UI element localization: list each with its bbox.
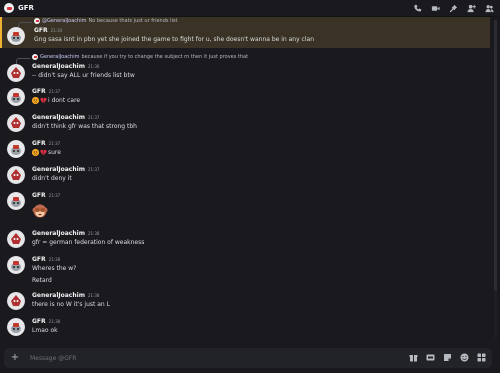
video-icon[interactable] bbox=[430, 3, 440, 13]
timestamp: 21:37 bbox=[48, 141, 61, 146]
message-text: there is no W it's just an L bbox=[32, 301, 110, 308]
timestamp: 21:38 bbox=[48, 257, 61, 262]
angry-face-icon bbox=[32, 97, 39, 104]
message-item[interactable]: GeneralJoachim 21:37 didn't deny it bbox=[0, 165, 490, 189]
author-name[interactable]: GeneralJoachim bbox=[32, 63, 85, 70]
timestamp: 21:38 bbox=[87, 231, 100, 236]
message-item[interactable]: GFR 21:37 bbox=[0, 191, 490, 227]
add-member-icon[interactable] bbox=[466, 3, 476, 13]
pin-icon[interactable] bbox=[448, 3, 458, 13]
timestamp: 21:34 bbox=[50, 28, 63, 33]
message-item[interactable]: GeneralJoachim 21:38 there is no W it's j… bbox=[0, 291, 490, 315]
author-name[interactable]: GFR bbox=[32, 318, 46, 325]
message-item[interactable]: GeneralJoachim 21:37 didn't think gfr was… bbox=[0, 113, 490, 137]
author-name[interactable]: GFR bbox=[32, 256, 46, 263]
avatar[interactable] bbox=[7, 140, 25, 158]
timestamp: 21:38 bbox=[48, 319, 61, 324]
apps-icon[interactable] bbox=[477, 353, 486, 362]
message-composer: + bbox=[4, 348, 492, 368]
timestamp: 21:36 bbox=[87, 64, 100, 69]
call-icon[interactable] bbox=[412, 3, 422, 13]
message-item[interactable]: GeneralJoachim 21:38 gfr = german federat… bbox=[0, 229, 490, 253]
scrollbar-thumb[interactable] bbox=[494, 290, 497, 338]
avatar[interactable] bbox=[7, 318, 25, 336]
avatar[interactable] bbox=[7, 256, 25, 274]
avatar[interactable] bbox=[7, 64, 25, 82]
message-text: Gng sasa isnt in pbn yet she joined the … bbox=[34, 36, 314, 43]
reply-text: No because thats just ur friends list bbox=[88, 18, 178, 24]
avatar[interactable] bbox=[7, 27, 25, 45]
avatar[interactable] bbox=[7, 230, 25, 248]
message-item[interactable]: GeneralJoachim because if you try to cha… bbox=[0, 53, 490, 83]
message-item[interactable]: GFR 21:38 Wheres the w? Retard bbox=[0, 255, 490, 289]
message-list: @GeneralJoachim No because thats just ur… bbox=[0, 17, 490, 343]
message-text: gfr = german federation of weakness bbox=[32, 239, 145, 246]
author-name[interactable]: GFR bbox=[32, 88, 46, 95]
channel-header: GFR bbox=[0, 0, 500, 17]
message-text: Retard bbox=[32, 277, 52, 284]
reply-author: GeneralJoachim bbox=[40, 54, 80, 60]
author-name[interactable]: GFR bbox=[32, 140, 46, 147]
gift-icon[interactable] bbox=[409, 353, 418, 362]
message-text: didn't deny it bbox=[32, 175, 72, 182]
message-input[interactable] bbox=[30, 354, 370, 362]
avatar[interactable] bbox=[7, 114, 25, 132]
see-no-evil-monkey-icon bbox=[32, 204, 48, 218]
avatar[interactable] bbox=[7, 292, 25, 310]
message-item[interactable]: GFR 21:37 sure bbox=[0, 139, 490, 163]
broken-heart-icon bbox=[40, 149, 47, 156]
user-list-icon[interactable] bbox=[484, 3, 494, 13]
message-text: Wheres the w? bbox=[32, 265, 77, 272]
emoji-icon[interactable] bbox=[460, 353, 469, 362]
timestamp: 21:37 bbox=[87, 115, 100, 120]
reply-avatar bbox=[32, 54, 38, 60]
broken-heart-icon bbox=[40, 97, 47, 104]
scrollbar-track[interactable] bbox=[494, 20, 497, 338]
reply-author: @GeneralJoachim bbox=[42, 18, 87, 24]
avatar[interactable] bbox=[7, 88, 25, 106]
message-text: -- didn't say ALL ur friends list btw bbox=[32, 72, 135, 79]
sticker-icon[interactable] bbox=[443, 353, 452, 362]
author-name[interactable]: GeneralJoachim bbox=[32, 230, 85, 237]
author-name[interactable]: GeneralJoachim bbox=[32, 292, 85, 299]
message-item[interactable]: GFR 21:37 i dont care bbox=[0, 87, 490, 111]
timestamp: 21:37 bbox=[48, 193, 61, 198]
reply-avatar bbox=[34, 18, 40, 24]
channel-title: GFR bbox=[18, 4, 34, 12]
reply-preview[interactable]: @GeneralJoachim No because thats just ur… bbox=[34, 18, 177, 24]
gif-icon[interactable] bbox=[426, 353, 435, 362]
timestamp: 21:38 bbox=[87, 293, 100, 298]
timestamp: 21:37 bbox=[48, 89, 61, 94]
message-item[interactable]: @GeneralJoachim No because thats just ur… bbox=[0, 17, 490, 48]
author-name[interactable]: GeneralJoachim bbox=[32, 166, 85, 173]
author-name[interactable]: GeneralJoachim bbox=[32, 114, 85, 121]
angry-face-icon bbox=[32, 149, 39, 156]
message-text: sure bbox=[48, 149, 61, 156]
timestamp: 21:37 bbox=[87, 167, 100, 172]
message-text: Lmao ok bbox=[32, 327, 58, 334]
message-text: i dont care bbox=[48, 97, 81, 104]
reply-preview[interactable]: GeneralJoachim because if you try to cha… bbox=[32, 54, 248, 60]
avatar[interactable] bbox=[7, 166, 25, 184]
reply-text: because if you try to change the subject… bbox=[81, 54, 249, 60]
author-name[interactable]: GFR bbox=[32, 192, 46, 199]
attach-plus-icon[interactable]: + bbox=[10, 353, 20, 363]
message-item[interactable]: GFR 21:38 Lmao ok bbox=[0, 317, 490, 341]
avatar[interactable] bbox=[7, 192, 25, 210]
message-text: didn't think gfr was that strong tbh bbox=[32, 123, 137, 130]
author-name[interactable]: GFR bbox=[34, 27, 48, 34]
header-avatar[interactable] bbox=[4, 3, 14, 13]
